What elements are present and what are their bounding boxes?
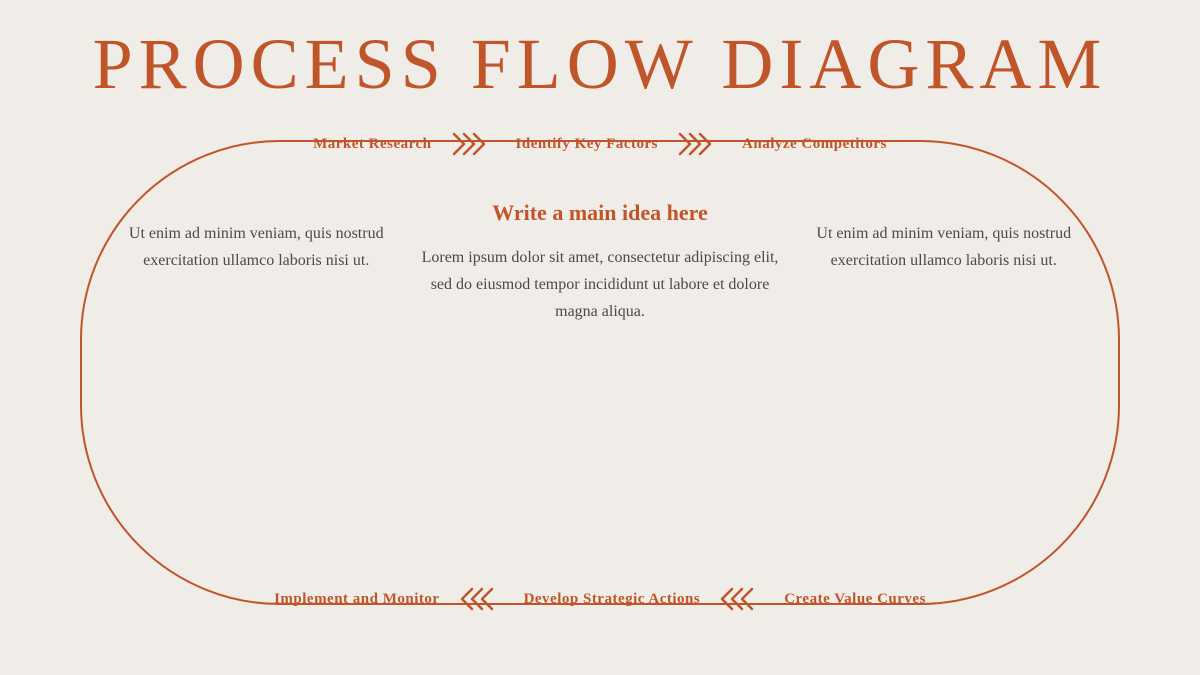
top-step-2: Identify Key Factors [516, 136, 658, 153]
main-idea-text: Lorem ipsum dolor sit amet, consectetur … [413, 244, 788, 326]
right-body-text: Ut enim ad minim veniam, quis nostrud ex… [788, 200, 1101, 274]
top-step-3: Analyze Competitors [742, 136, 887, 153]
bottom-step-1: Implement and Monitor [274, 591, 440, 608]
top-flow: Market Research Identify Key Factors Ana… [0, 130, 1200, 158]
top-step-1: Market Research [313, 136, 431, 153]
forward-arrows-2 [676, 130, 724, 158]
back-arrows-1 [458, 585, 506, 613]
bottom-flow: Implement and Monitor Develop Strategic … [0, 585, 1200, 613]
bottom-step-3: Create Value Curves [784, 591, 926, 608]
page-title: PROCESS FLOW DIAGRAM [93, 28, 1108, 100]
back-arrows-2 [718, 585, 766, 613]
left-body-text: Ut enim ad minim veniam, quis nostrud ex… [100, 200, 413, 274]
page: PROCESS FLOW DIAGRAM Market Research Ide… [0, 0, 1200, 675]
center-column: Write a main idea here Lorem ipsum dolor… [413, 200, 788, 326]
main-idea-title: Write a main idea here [492, 200, 708, 226]
bottom-step-2: Develop Strategic Actions [524, 591, 701, 608]
center-content: Ut enim ad minim veniam, quis nostrud ex… [0, 200, 1200, 326]
forward-arrows-1 [450, 130, 498, 158]
